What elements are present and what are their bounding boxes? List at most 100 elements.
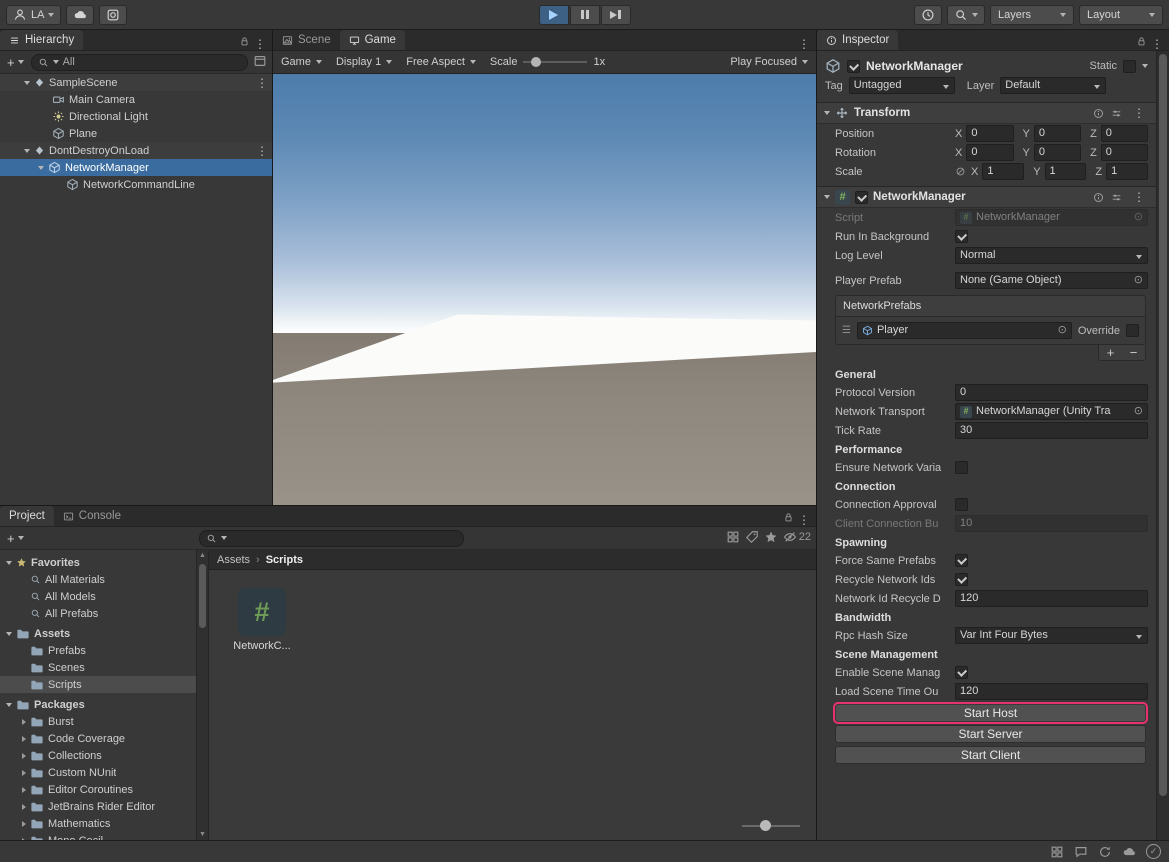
search-by-type-button[interactable]	[726, 530, 740, 544]
position-z-field[interactable]: 0	[1101, 125, 1148, 142]
tick-rate-field[interactable]: 30	[955, 422, 1148, 439]
layers-dropdown[interactable]: Layers	[990, 5, 1074, 25]
favorite-search-button[interactable]	[764, 530, 778, 544]
gameobject-name-field[interactable]: NetworkManager	[866, 59, 1083, 73]
status-cloud-icon[interactable]	[1122, 845, 1136, 859]
connection-approval-checkbox[interactable]	[955, 498, 968, 511]
tree-item-scenes[interactable]: Scenes	[0, 659, 196, 676]
scroll-down-icon[interactable]: ▼	[197, 831, 208, 838]
drag-handle-icon[interactable]: ☰	[842, 326, 851, 336]
object-picker-icon[interactable]: ⊙	[1134, 275, 1143, 286]
play-button[interactable]	[539, 5, 569, 25]
slider-knob[interactable]	[760, 820, 771, 831]
tab-inspector[interactable]: Inspector	[817, 30, 898, 50]
progress-complete-icon[interactable]: ✓	[1146, 844, 1161, 859]
log-level-dropdown[interactable]: Normal	[955, 247, 1148, 264]
breadcrumb-assets[interactable]: Assets	[217, 554, 250, 566]
override-checkbox[interactable]	[1126, 324, 1139, 337]
tree-item-mono-cecil[interactable]: Mono Cecil	[0, 832, 196, 840]
component-enabled-checkbox[interactable]	[855, 191, 868, 204]
remove-prefab-button[interactable]: −	[1122, 345, 1145, 360]
display-dropdown[interactable]: Display 1	[336, 56, 392, 68]
tree-item-plane[interactable]: Plane	[0, 125, 272, 142]
player-prefab-object-field[interactable]: None (Game Object) ⊙	[955, 272, 1148, 289]
tree-item-collections[interactable]: Collections	[0, 747, 196, 764]
rotation-y-field[interactable]: 0	[1034, 144, 1081, 161]
kebab-menu-icon[interactable]: ⋮	[250, 38, 270, 50]
foldout-closed-icon[interactable]	[22, 753, 26, 759]
enable-scene-management-checkbox[interactable]	[955, 666, 968, 679]
tree-item-samplescene[interactable]: SampleScene ⋮	[0, 74, 272, 91]
kebab-menu-icon[interactable]: ⋮	[1147, 38, 1167, 50]
rotation-z-field[interactable]: 0	[1101, 144, 1148, 161]
networkmanager-component-header[interactable]: # NetworkManager ⋮	[817, 186, 1156, 208]
network-transport-object-field[interactable]: # NetworkManager (Unity Tra ⊙	[955, 403, 1148, 420]
tree-item-all-materials[interactable]: All Materials	[0, 571, 196, 588]
account-button[interactable]: LA	[6, 5, 61, 25]
presets-icon[interactable]	[1111, 192, 1122, 203]
layout-dropdown[interactable]: Layout	[1079, 5, 1163, 25]
tab-scene[interactable]: Scene	[273, 30, 340, 50]
cloud-services-button[interactable]	[66, 5, 94, 25]
tree-item-custom-nunit[interactable]: Custom NUnit	[0, 764, 196, 781]
object-picker-icon[interactable]: ⊙	[1134, 406, 1143, 417]
network-id-recycle-delay-field[interactable]: 120	[955, 590, 1148, 607]
foldout-open-icon[interactable]	[824, 195, 830, 199]
foldout-open-icon[interactable]	[38, 166, 44, 170]
link-constrain-icon[interactable]	[955, 166, 966, 177]
script-object-field[interactable]: # NetworkManager ⊙	[955, 209, 1148, 226]
hidden-packages-toggle[interactable]: 22	[783, 530, 811, 544]
status-message-icon[interactable]	[1074, 845, 1088, 859]
run-in-background-checkbox[interactable]	[955, 230, 968, 243]
foldout-open-icon[interactable]	[6, 703, 12, 707]
tab-hierarchy[interactable]: Hierarchy	[0, 30, 83, 50]
tree-item-all-models[interactable]: All Models	[0, 588, 196, 605]
play-focused-dropdown[interactable]: Play Focused	[730, 56, 808, 68]
recycle-network-ids-checkbox[interactable]	[955, 573, 968, 586]
tree-item-burst[interactable]: Burst	[0, 713, 196, 730]
project-search-input[interactable]	[199, 530, 465, 547]
foldout-closed-icon[interactable]	[22, 719, 26, 725]
object-picker-icon[interactable]: ⊙	[1058, 325, 1067, 336]
foldout-closed-icon[interactable]	[22, 787, 26, 793]
start-host-button[interactable]: Start Host	[835, 704, 1146, 722]
tree-item-networkmanager[interactable]: NetworkManager	[0, 159, 272, 176]
client-connection-buffer-field[interactable]: 10	[955, 515, 1148, 532]
scale-y-field[interactable]: 1	[1045, 163, 1087, 180]
scale-z-field[interactable]: 1	[1106, 163, 1148, 180]
tree-item-all-prefabs[interactable]: All Prefabs	[0, 605, 196, 622]
aspect-ratio-dropdown[interactable]: Free Aspect	[406, 56, 476, 68]
tree-item-jetbrains-rider-editor[interactable]: JetBrains Rider Editor	[0, 798, 196, 815]
prefab-object-field[interactable]: Player ⊙	[857, 322, 1072, 339]
tab-project[interactable]: Project	[0, 506, 54, 526]
tag-dropdown[interactable]: Untagged	[849, 77, 955, 94]
layer-dropdown[interactable]: Default	[1000, 77, 1106, 94]
breadcrumb-scripts[interactable]: Scripts	[266, 554, 303, 566]
search-window-button[interactable]	[253, 54, 267, 68]
tree-item-dontdestroyonload[interactable]: DontDestroyOnLoad ⋮	[0, 142, 272, 159]
scrollbar-thumb[interactable]	[199, 564, 206, 628]
lock-icon[interactable]	[1136, 36, 1147, 47]
help-icon[interactable]	[1093, 108, 1104, 119]
undo-history-button[interactable]	[914, 5, 942, 25]
foldout-closed-icon[interactable]	[22, 736, 26, 742]
inspector-scrollbar[interactable]	[1156, 51, 1169, 840]
hierarchy-search-input[interactable]: All	[31, 54, 248, 71]
transform-component-header[interactable]: Transform ⋮	[817, 102, 1156, 124]
kebab-menu-icon[interactable]: ⋮	[252, 77, 272, 89]
foldout-open-icon[interactable]	[24, 149, 30, 153]
kebab-menu-icon[interactable]: ⋮	[252, 145, 272, 157]
global-search-button[interactable]	[947, 5, 985, 25]
tree-item-favorites[interactable]: Favorites	[0, 554, 196, 571]
tree-item-packages[interactable]: Packages	[0, 696, 196, 713]
rpc-hash-size-dropdown[interactable]: Var Int Four Bytes	[955, 627, 1148, 644]
network-prefabs-header[interactable]: NetworkPrefabs	[836, 296, 1145, 317]
object-picker-icon[interactable]: ⊙	[1134, 212, 1143, 223]
version-control-button[interactable]	[99, 5, 127, 25]
force-same-prefabs-checkbox[interactable]	[955, 554, 968, 567]
static-checkbox[interactable]	[1123, 60, 1136, 73]
scale-slider[interactable]	[523, 61, 587, 63]
load-scene-timeout-field[interactable]: 120	[955, 683, 1148, 700]
asset-grid[interactable]: # NetworkC...	[209, 570, 816, 840]
scale-x-field[interactable]: 1	[982, 163, 1024, 180]
